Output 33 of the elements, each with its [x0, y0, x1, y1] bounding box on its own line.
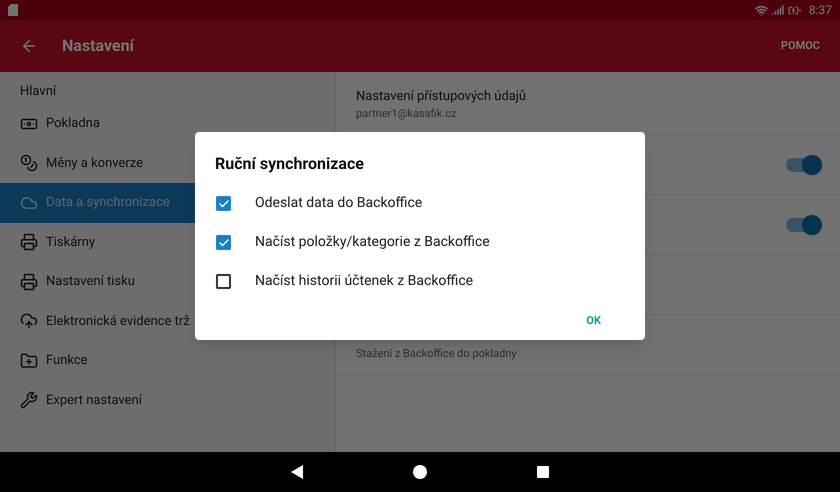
checkbox[interactable]	[216, 235, 231, 250]
sd-card-icon	[8, 4, 18, 16]
dialog-title: Ruční synchronizace	[215, 153, 365, 175]
checkbox-label: Načíst položky/kategorie z Backoffice	[255, 233, 490, 252]
cloud-upload-icon	[20, 312, 38, 330]
setting-subtitle: Stažení z Backoffice do pokladny	[356, 346, 517, 362]
sidebar-item[interactable]: Expert nastavení	[0, 380, 335, 420]
back-button[interactable]	[20, 37, 38, 55]
signal-icon	[772, 4, 784, 16]
checkbox[interactable]	[216, 196, 231, 211]
wrench-icon	[20, 391, 38, 410]
sidebar-item[interactable]: Pokladna	[0, 104, 335, 144]
sidebar-item[interactable]: Elektronická evidence trž	[0, 302, 335, 341]
checkbox-label: Načíst historii účtenek z Backoffice	[255, 272, 474, 291]
toggle-switch[interactable]	[786, 158, 820, 172]
ok-button[interactable]: OK	[586, 313, 601, 330]
printer-icon	[20, 272, 38, 291]
home-circle-icon[interactable]	[413, 465, 427, 479]
folder-plus-icon	[20, 352, 38, 370]
setting-title: Nastavení přístupových údajů	[356, 88, 526, 106]
back-triangle-icon[interactable]	[291, 465, 303, 479]
battery-icon	[788, 4, 801, 16]
help-button[interactable]: POMOC	[780, 38, 820, 54]
toggle-switch[interactable]	[786, 218, 820, 232]
sidebar-header: Hlavní	[20, 83, 56, 102]
coins-icon	[20, 154, 38, 172]
checkbox[interactable]	[216, 274, 231, 289]
sidebar-item[interactable]: Funkce	[0, 341, 335, 380]
printer-icon	[20, 233, 38, 252]
app-bar-title: Nastavení	[62, 35, 136, 57]
wifi-icon	[754, 4, 768, 16]
status-time: 8:37	[808, 2, 832, 19]
setting-subtitle: partner1@kasafik.cz	[356, 106, 456, 122]
